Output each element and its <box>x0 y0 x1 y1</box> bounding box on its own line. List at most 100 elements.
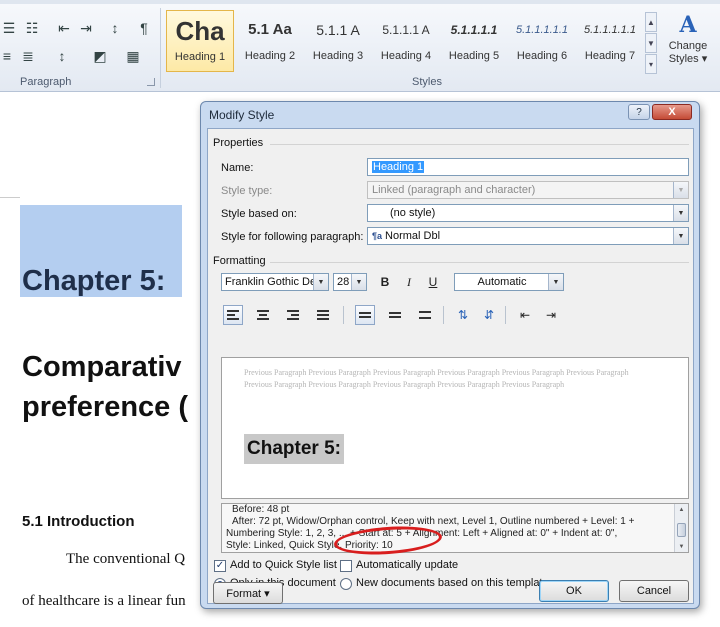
scroll-down-icon[interactable]: ▼ <box>676 542 687 551</box>
style-preview: Cha <box>175 16 225 46</box>
align-left-button[interactable] <box>223 305 243 325</box>
decrease-spacing-button[interactable]: ⇵ <box>479 305 499 325</box>
auto-update-checkbox[interactable] <box>340 560 352 572</box>
spacing-after-icon: ⇵ <box>483 308 495 322</box>
justify-button[interactable] <box>313 305 333 325</box>
style-tile-heading-2[interactable]: 5.1 Aa Heading 2 <box>236 10 304 72</box>
style-preview: 5.1 Aa <box>248 21 292 38</box>
sort-button[interactable]: ↕ <box>104 18 126 38</box>
change-styles-label: Styles ▾ <box>668 53 708 65</box>
underline-button[interactable]: U <box>423 272 443 292</box>
multilevel-list-button[interactable]: ☷ <box>20 18 44 38</box>
chevron-down-icon[interactable]: ▼ <box>673 228 688 244</box>
cancel-button[interactable]: Cancel <box>619 580 689 602</box>
align-center-button[interactable]: ≡ <box>0 46 14 66</box>
shading-button[interactable]: ◩ <box>86 46 114 66</box>
increase-spacing-before-button[interactable]: ⇅ <box>453 305 473 325</box>
name-input[interactable]: Heading 1 <box>367 158 689 176</box>
gallery-more-icon[interactable]: ▾ <box>645 54 657 74</box>
following-paragraph-select[interactable]: ¶a Normal Dbl ▼ <box>367 227 689 245</box>
chevron-down-icon[interactable]: ▼ <box>351 274 366 290</box>
style-label: Heading 2 <box>244 50 296 62</box>
format-button[interactable]: Format ▾ <box>213 582 283 604</box>
help-button[interactable]: ? <box>628 104 650 120</box>
line-spacing-button[interactable]: ↕ <box>50 46 74 66</box>
description-scrollbar[interactable]: ▲ ▼ <box>674 504 688 552</box>
font-size-select[interactable]: 28 ▼ <box>333 273 367 291</box>
increase-indent-button[interactable]: ⇥ <box>76 18 96 38</box>
paragraph-group-label: Paragraph <box>20 76 72 88</box>
close-button[interactable]: X <box>652 104 692 120</box>
style-tile-heading-4[interactable]: 5.1.1.1 A Heading 4 <box>372 10 440 72</box>
description-line: Style: Linked, Quick Style, Priority: 10 <box>226 540 393 551</box>
chevron-down-icon[interactable]: ▼ <box>548 274 563 290</box>
decrease-indent-button[interactable]: ⇤ <box>515 305 535 325</box>
toolbar-separator <box>505 306 506 324</box>
font-size-value: 28 <box>337 276 350 288</box>
bold-button[interactable]: B <box>375 272 395 292</box>
decrease-indent-button[interactable]: ⇤ <box>54 18 74 38</box>
style-based-on-select[interactable]: (no style) ▼ <box>367 204 689 222</box>
increase-indent-button[interactable]: ⇥ <box>541 305 561 325</box>
paragraph-dialog-launcher-icon[interactable] <box>147 78 155 86</box>
style-preview-pane: Previous Paragraph Previous Paragraph Pr… <box>221 357 689 499</box>
preview-previous-paragraph: Previous Paragraph Previous Paragraph Pr… <box>244 368 629 377</box>
style-gallery: Cha Heading 1 5.1 Aa Heading 2 5.1.1 A H… <box>166 10 644 72</box>
underline-icon: U <box>428 275 438 289</box>
font-color-select[interactable]: Automatic ▼ <box>454 273 564 291</box>
gallery-scroll-down-icon[interactable]: ▼ <box>645 33 657 53</box>
style-preview: 5.1.1.1.1.1 <box>584 24 636 36</box>
style-tile-heading-7[interactable]: 5.1.1.1.1.1 Heading 7 <box>576 10 644 72</box>
style-label: Heading 1 <box>174 51 226 63</box>
style-preview: 5.1.1.1.1.1 <box>516 24 568 36</box>
properties-section-label: Properties <box>213 137 264 149</box>
add-quick-style-checkbox[interactable]: ✓ <box>214 560 226 572</box>
ok-button[interactable]: OK <box>539 580 609 602</box>
style-tile-heading-5[interactable]: 5.1.1.1.1 Heading 5 <box>440 10 508 72</box>
close-icon: X <box>668 106 676 118</box>
shading-icon: ◩ <box>93 47 107 64</box>
justify-icon <box>317 308 329 322</box>
line-spacing-icon: ↕ <box>58 48 66 64</box>
increase-indent-icon: ⇥ <box>80 19 92 36</box>
font-color-value: Automatic <box>477 276 527 288</box>
font-select[interactable]: Franklin Gothic Dem ▼ <box>221 273 329 291</box>
align-center-button[interactable] <box>253 305 273 325</box>
chapter-title: Comparativ preference ( <box>22 347 188 427</box>
style-label: Heading 3 <box>312 50 364 62</box>
gallery-scroll-up-icon[interactable]: ▲ <box>645 12 657 32</box>
justify-button[interactable]: ≣ <box>18 46 38 66</box>
section-heading: 5.1 Introduction <box>22 513 135 530</box>
show-marks-button[interactable]: ¶ <box>134 18 154 38</box>
align-right-button[interactable] <box>283 305 303 325</box>
chevron-down-icon[interactable]: ▼ <box>313 274 328 290</box>
new-documents-label: New documents based on this template <box>356 577 549 589</box>
toolbar-separator <box>443 306 444 324</box>
italic-button[interactable]: I <box>399 272 419 292</box>
double-spacing-button[interactable] <box>415 305 435 325</box>
paragraph-style-icon: ¶a <box>372 231 383 241</box>
change-styles-label: Change <box>668 40 708 52</box>
style-based-on-value: (no style) <box>390 207 436 219</box>
bullets-button[interactable]: ☰ <box>0 18 18 38</box>
dialog-body: Properties Name: Heading 1 Style type: L… <box>207 128 694 604</box>
style-preview: 5.1.1.1.1 <box>450 23 498 37</box>
change-styles-button[interactable]: A Change Styles ▾ <box>660 10 716 80</box>
justify-icon: ≣ <box>22 47 34 64</box>
spacing-before-icon: ⇅ <box>457 308 469 322</box>
style-tile-heading-3[interactable]: 5.1.1 A Heading 3 <box>304 10 372 72</box>
scroll-thumb[interactable] <box>677 523 686 537</box>
scroll-up-icon[interactable]: ▲ <box>676 505 687 514</box>
chevron-down-icon[interactable]: ▼ <box>673 205 688 221</box>
one-half-spacing-button[interactable] <box>385 305 405 325</box>
chapter-title-line: Comparativ <box>22 351 182 383</box>
ok-button-label: OK <box>566 585 582 597</box>
borders-button[interactable]: ▦ <box>120 46 146 66</box>
style-tile-heading-6[interactable]: 5.1.1.1.1.1 Heading 6 <box>508 10 576 72</box>
new-documents-radio[interactable] <box>340 578 352 590</box>
style-tile-heading-1[interactable]: Cha Heading 1 <box>166 10 234 72</box>
style-type-label: Style type: <box>221 185 273 197</box>
style-description-box: Before: 48 pt After: 72 pt, Widow/Orphan… <box>221 503 689 553</box>
toolbar-separator <box>343 306 344 324</box>
single-spacing-button[interactable] <box>355 305 375 325</box>
